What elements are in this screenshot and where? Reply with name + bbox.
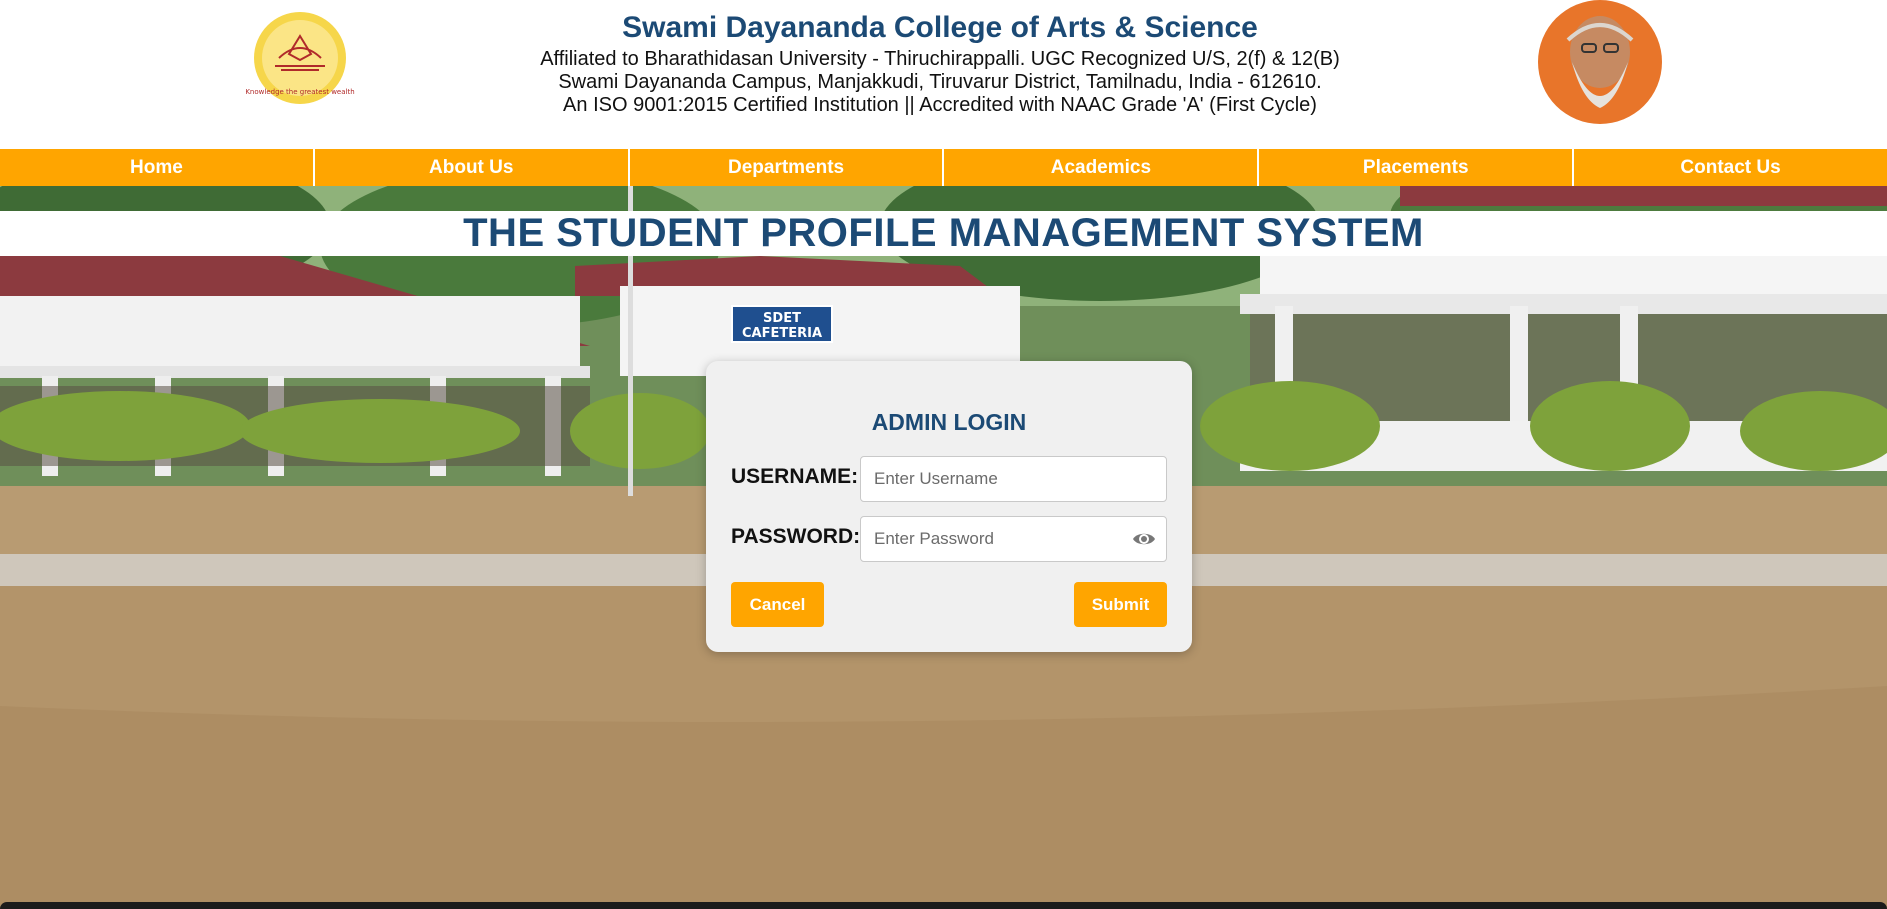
logo-tagline: Knowledge the greatest wealth — [245, 88, 354, 96]
address-line: Swami Dayananda Campus, Manjakkudi, Tiru… — [558, 71, 1322, 93]
nav-home[interactable]: Home — [0, 149, 315, 186]
username-input[interactable] — [860, 456, 1167, 502]
login-title: ADMIN LOGIN — [871, 409, 1027, 435]
password-input[interactable] — [860, 516, 1167, 562]
page-title-band: THE STUDENT PROFILE MANAGEMENT SYSTEM — [0, 211, 1887, 256]
admin-login-card: ADMIN LOGIN USERNAME: PASSWORD: Cancel S… — [706, 361, 1192, 652]
nav-contact-us[interactable]: Contact Us — [1574, 149, 1887, 186]
footer-strip — [0, 902, 1887, 909]
college-logo[interactable]: Knowledge the greatest wealth — [239, 8, 361, 120]
header-text-block: Swami Dayananda College of Arts & Scienc… — [440, 8, 1440, 117]
nav-academics[interactable]: Academics — [944, 149, 1260, 186]
cafeteria-sign-line2: CAFETERIA — [742, 326, 822, 341]
page-title: THE STUDENT PROFILE MANAGEMENT SYSTEM — [463, 211, 1424, 255]
nav-departments[interactable]: Departments — [630, 149, 945, 186]
main-nav: Home About Us Departments Academics Plac… — [0, 149, 1887, 186]
cafeteria-sign-line1: SDET — [763, 311, 801, 326]
show-password-eye-icon[interactable] — [1132, 527, 1156, 551]
password-label: PASSWORD: — [731, 525, 861, 548]
founder-portrait — [1538, 0, 1662, 124]
nav-placements[interactable]: Placements — [1259, 149, 1575, 186]
affiliation-line: Affiliated to Bharathidasan University -… — [540, 48, 1340, 70]
cancel-button[interactable]: Cancel — [731, 582, 824, 627]
site-header: Knowledge the greatest wealth Swami Daya… — [0, 0, 1887, 149]
submit-button[interactable]: Submit — [1074, 582, 1167, 627]
college-name: Swami Dayananda College of Arts & Scienc… — [622, 11, 1258, 44]
username-label: USERNAME: — [731, 465, 859, 488]
accreditation-line: An ISO 9001:2015 Certified Institution |… — [563, 94, 1317, 116]
nav-about-us[interactable]: About Us — [315, 149, 630, 186]
